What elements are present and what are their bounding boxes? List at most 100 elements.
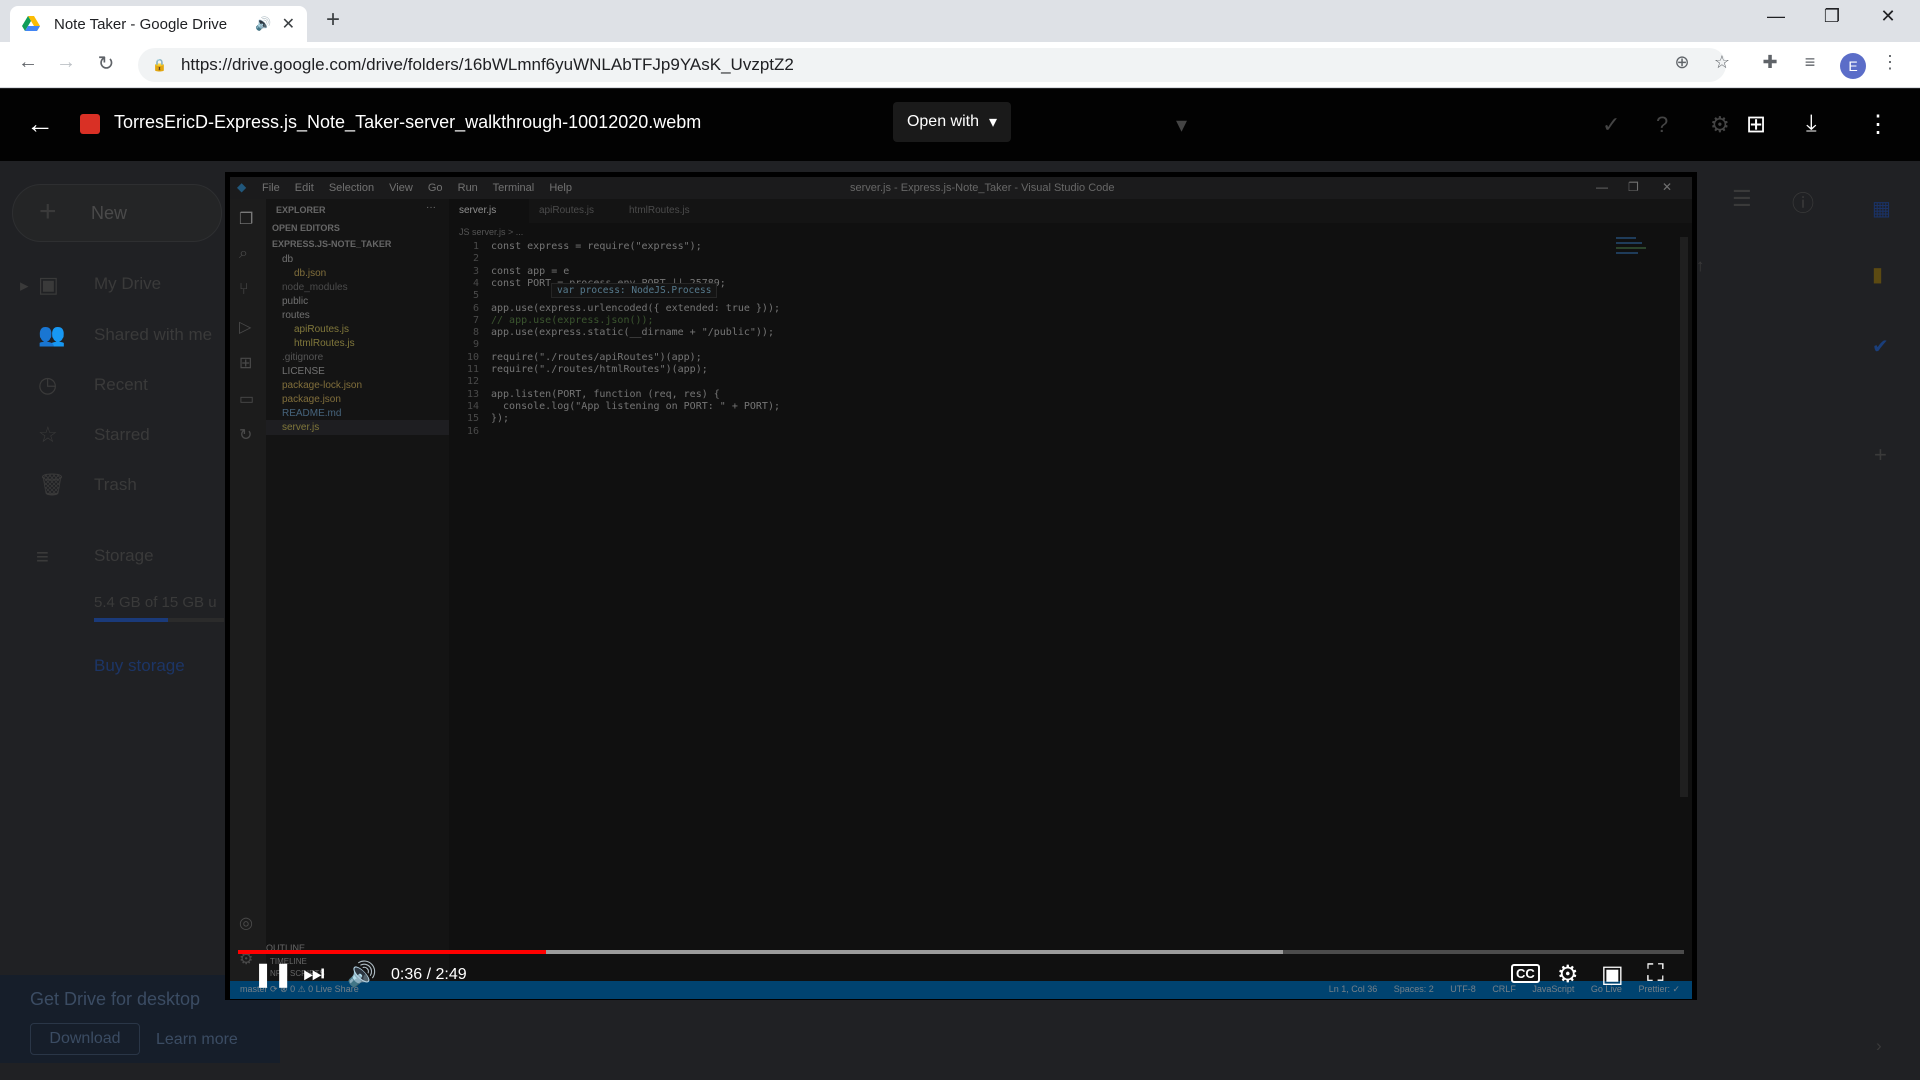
reload-icon[interactable]: ↻: [92, 51, 120, 76]
more-actions-icon[interactable]: ⋮: [1866, 110, 1890, 139]
settings-gear-icon: ⚙: [1710, 112, 1730, 137]
code-line: app.listen(PORT, function (req, res) {: [491, 388, 720, 400]
profile-avatar[interactable]: E: [1840, 53, 1866, 79]
editor-tabs: server.js apiRoutes.js htmlRoutes.js: [449, 199, 1692, 223]
help-icon: ?: [1656, 112, 1669, 137]
add-comment-icon[interactable]: ⊞: [1746, 110, 1766, 139]
account-icon: ◎: [239, 915, 253, 932]
status-spaces: Spaces: 2: [1393, 984, 1434, 994]
promo-title: Get Drive for desktop: [30, 989, 201, 1009]
tree-item: apiRoutes.js: [294, 324, 350, 335]
tree-item: .gitignore: [282, 352, 324, 363]
fullscreen-icon[interactable]: ⛶: [1647, 960, 1664, 988]
nav-trash: Trash: [94, 475, 137, 494]
vscode-window-title: server.js - Express.js-Note_Taker - Visu…: [850, 182, 1115, 194]
tree-item: package.json: [282, 394, 341, 405]
open-with-button[interactable]: Open with ▾: [893, 102, 1011, 142]
recent-icon: ◷: [38, 372, 58, 397]
chrome-menu-icon[interactable]: ⋮: [1876, 52, 1904, 73]
promo-download-button: Download: [30, 1023, 140, 1055]
code-line: const app = e: [491, 265, 570, 277]
vscode-editor: server.js apiRoutes.js htmlRoutes.js JS …: [449, 199, 1692, 981]
status-right: Ln 1, Col 36 Spaces: 2 UTF-8 CRLF JavaSc…: [1315, 984, 1680, 995]
media-control-icon[interactable]: ≡: [1796, 52, 1824, 73]
new-label: New: [91, 203, 128, 223]
close-tab-icon[interactable]: ✕: [282, 14, 295, 34]
status-encoding: UTF-8: [1450, 984, 1476, 994]
tree-item-selected: server.js: [266, 420, 449, 435]
buy-storage-link: Buy storage: [94, 656, 185, 675]
new-button: + New: [12, 184, 222, 242]
dropdown-icon: ▾: [1176, 112, 1188, 137]
lock-icon: 🔒: [152, 58, 167, 72]
tree-item: db.json: [294, 268, 327, 279]
tree-item: db: [282, 254, 294, 265]
forward-icon[interactable]: →: [52, 51, 80, 74]
close-window-icon[interactable]: ✕: [1868, 6, 1908, 27]
plus-icon: +: [39, 195, 57, 228]
editor-tab: htmlRoutes.js: [629, 205, 690, 216]
code-line: require("./routes/apiRoutes")(app);: [491, 351, 702, 363]
restore-icon[interactable]: ❐: [1812, 6, 1852, 27]
extensions-icon[interactable]: ✚: [1756, 52, 1784, 73]
add-addon-icon: +: [1874, 442, 1887, 467]
hover-tooltip: var process: NodeJS.Process: [551, 283, 718, 298]
editor-tab-active: server.js: [449, 199, 529, 223]
menu-file: File: [262, 182, 280, 194]
tasks-icon: ✔: [1872, 336, 1889, 358]
vscode-minimize-icon: —: [1596, 180, 1608, 194]
storage-usage: 5.4 GB of 15 GB u: [94, 594, 217, 611]
info-icon: ⓘ: [1792, 191, 1815, 216]
minimize-icon[interactable]: —: [1756, 6, 1796, 27]
address-bar[interactable]: 🔒 https://drive.google.com/drive/folders…: [138, 48, 1726, 82]
new-tab-button[interactable]: +: [326, 8, 340, 32]
tree-item: package-lock.json: [282, 380, 363, 391]
keep-icon: ▮: [1872, 264, 1884, 286]
menu-selection: Selection: [328, 182, 375, 194]
storage-icon: ≡: [36, 544, 49, 569]
back-icon[interactable]: ←: [14, 51, 42, 74]
expand-panel-icon: ›: [1876, 1036, 1882, 1055]
vscode-explorer: EXPLORER ··· OPEN EDITORS EXPRESS.JS-NOT…: [266, 199, 449, 981]
bookmark-star-icon[interactable]: ☆: [1708, 52, 1736, 73]
line-number: 16: [466, 425, 479, 437]
volume-icon[interactable]: 🔊: [347, 960, 377, 989]
storage-bar: [94, 618, 224, 622]
tree-item: README.md: [282, 408, 342, 419]
install-app-icon[interactable]: ⊕: [1668, 52, 1696, 73]
starred-icon: ☆: [38, 422, 58, 447]
nav-starred: Starred: [94, 425, 150, 444]
miniplayer-icon[interactable]: ▣: [1601, 960, 1624, 989]
viewer-back-icon[interactable]: ←: [26, 108, 54, 140]
pause-icon[interactable]: ❚❚: [253, 960, 293, 989]
code-line: app.use(express.urlencoded({ extended: t…: [491, 302, 780, 314]
browser-tab[interactable]: Note Taker - Google Drive 🔊 ✕: [10, 6, 307, 42]
explorer-icon: ❐: [239, 211, 254, 228]
download-icon[interactable]: ⤓: [1806, 110, 1817, 138]
line-number: 8: [472, 327, 479, 339]
player-settings-icon[interactable]: ⚙: [1557, 960, 1579, 989]
open-editors-header: OPEN EDITORS: [272, 223, 340, 233]
chevron-down-icon: ▾: [989, 114, 998, 131]
line-number: 15: [466, 413, 479, 425]
source-control-icon: ⑂: [239, 281, 249, 298]
browser-toolbar: ← → ↻ 🔒 https://drive.google.com/drive/f…: [0, 42, 1920, 88]
next-icon[interactable]: ⏭: [303, 960, 325, 988]
menu-help: Help: [549, 182, 572, 194]
line-number: 12: [466, 376, 479, 388]
code-line: const express = require("express");: [491, 241, 702, 252]
trash-icon: 🗑: [38, 472, 66, 497]
video-file-icon: [80, 114, 100, 134]
code-line: });: [491, 413, 510, 425]
line-number: 6: [472, 302, 479, 314]
video-player[interactable]: ◆ File Edit Selection View Go Run Termin…: [225, 172, 1697, 1000]
storage-bar-fill: [94, 618, 168, 622]
tree-item: public: [282, 296, 309, 307]
video-progress-bar[interactable]: [238, 950, 1684, 954]
played-bar: [238, 950, 546, 954]
audio-playing-icon[interactable]: 🔊: [255, 16, 271, 32]
captions-icon[interactable]: CC: [1511, 964, 1540, 983]
run-debug-icon: ▷: [239, 319, 252, 336]
editor-scrollbar: [1680, 237, 1688, 797]
menu-go: Go: [427, 182, 443, 194]
